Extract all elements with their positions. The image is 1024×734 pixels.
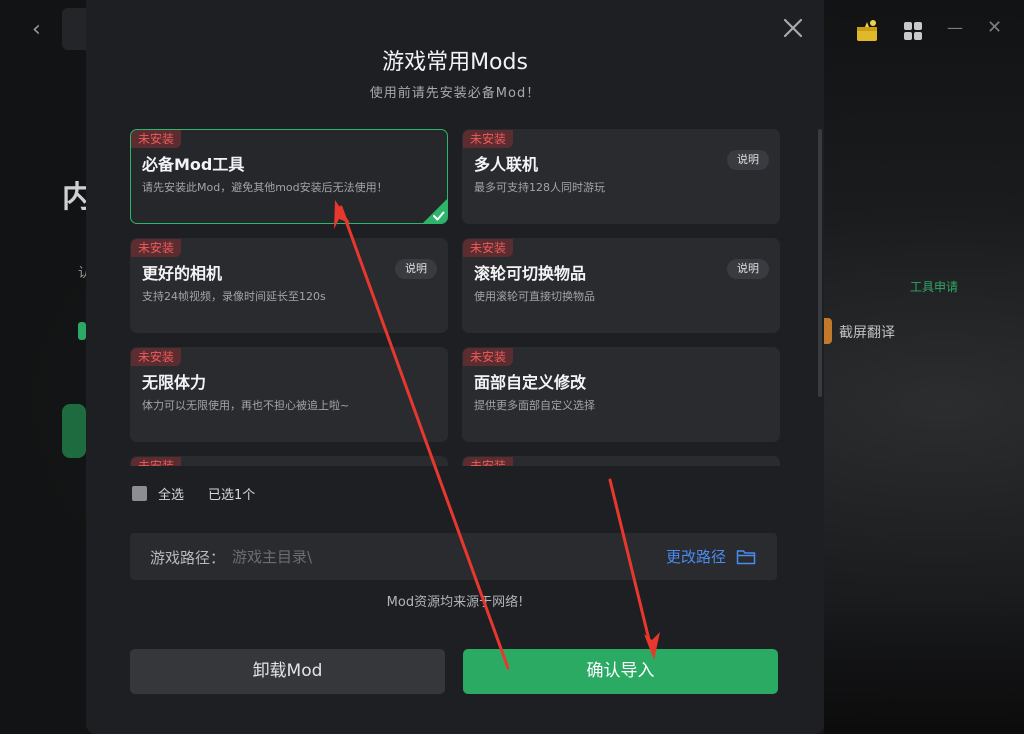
mod-description: 请先安装此Mod，避免其他mod安装后无法使用！ [142,181,388,194]
selected-check-icon [423,199,447,223]
select-all-checkbox[interactable] [132,485,147,501]
info-button[interactable]: 说明 [727,259,769,279]
mod-card-face-custom[interactable]: 未安装 面部自定义修改 提供更多面部自定义选择 [462,347,780,442]
change-path-label: 更改路径 [666,548,727,566]
mod-description: 最多可支持128人同时游玩 [474,181,605,194]
mod-card-partial[interactable]: 未安装 [130,456,448,466]
mod-description: 体力可以无限使用，再也不担心被追上啦~ [142,399,350,412]
apps-grid-icon[interactable] [904,22,922,40]
background-text: 认 [78,266,86,281]
treasure-box-icon[interactable] [854,18,880,44]
mod-name: 无限体力 [142,373,207,392]
mod-card-partial[interactable]: 未安装 [462,456,780,466]
game-path-bar: 游戏路径： 更改路径 [130,533,777,580]
mod-name: 必备Mod工具 [142,155,245,174]
background-heading: 内 [62,180,86,215]
mods-modal: 游戏常用Mods 使用前请先安装必备Mod！ 未安装 必备Mod工具 请先安装此… [86,0,824,734]
not-installed-badge: 未安装 [463,239,514,257]
mod-description: 提供更多面部自定义选择 [474,399,595,412]
info-button[interactable]: 说明 [395,259,437,279]
close-icon[interactable] [780,15,806,41]
mod-description: 使用滚轮可直接切换物品 [474,290,595,303]
mod-description: 支持24帧视频，录像时间延长至120s [142,290,326,303]
tool-apply-link[interactable]: 工具申请 [910,278,958,295]
mod-card-scroll-switch[interactable]: 未安装 滚轮可切换物品 使用滚轮可直接切换物品 说明 [462,238,780,333]
not-installed-badge: 未安装 [463,348,514,366]
selected-count: 已选1个 [208,487,256,503]
mod-name: 滚轮可切换物品 [474,264,587,283]
change-path-button[interactable]: 更改路径 [666,546,756,567]
mod-card-essential-tool[interactable]: 未安装 必备Mod工具 请先安装此Mod，避免其他mod安装后无法使用！ [130,129,448,224]
mod-card-infinite-stamina[interactable]: 未安装 无限体力 体力可以无限使用，再也不担心被追上啦~ [130,347,448,442]
not-installed-badge: 未安装 [131,130,182,148]
mod-card-better-camera[interactable]: 未安装 更好的相机 支持24帧视频，录像时间延长至120s 说明 [130,238,448,333]
screen-translate-label[interactable]: 截屏翻译 [839,322,895,342]
mods-scrollbar[interactable] [818,129,822,397]
select-all-label[interactable]: 全选 [158,484,184,503]
info-button[interactable]: 说明 [727,150,769,170]
window-close-icon[interactable]: ✕ [987,17,1002,38]
mod-name: 面部自定义修改 [474,373,587,392]
not-installed-badge: 未安装 [463,457,514,466]
select-row: 全选 已选1个 [132,484,256,503]
background-scene [824,600,1024,734]
game-path-input[interactable] [232,544,632,570]
not-installed-badge: 未安装 [463,130,514,148]
background-card [62,404,86,458]
not-installed-badge: 未安装 [131,457,182,466]
background-pill [78,322,86,340]
source-note: Mod资源均来源于网络! [386,595,524,610]
mods-list[interactable]: 未安装 必备Mod工具 请先安装此Mod，避免其他mod安装后无法使用！ 未安装… [130,129,780,466]
modal-subtitle: 使用前请先安装必备Mod！ [369,86,541,101]
minimize-icon[interactable]: — [947,18,963,37]
not-installed-badge: 未安装 [131,348,182,366]
back-arrow-icon[interactable]: ‹ [32,18,52,42]
mod-card-multiplayer[interactable]: 未安装 多人联机 最多可支持128人同时游玩 说明 [462,129,780,224]
mod-name: 更好的相机 [142,264,223,283]
game-path-label: 游戏路径： [150,549,226,567]
mod-name: 多人联机 [474,155,539,174]
folder-icon [736,549,756,564]
uninstall-mod-button[interactable]: 卸载Mod [130,649,445,694]
not-installed-badge: 未安装 [131,239,182,257]
confirm-import-button[interactable]: 确认导入 [463,649,778,694]
modal-title: 游戏常用Mods [382,50,528,75]
